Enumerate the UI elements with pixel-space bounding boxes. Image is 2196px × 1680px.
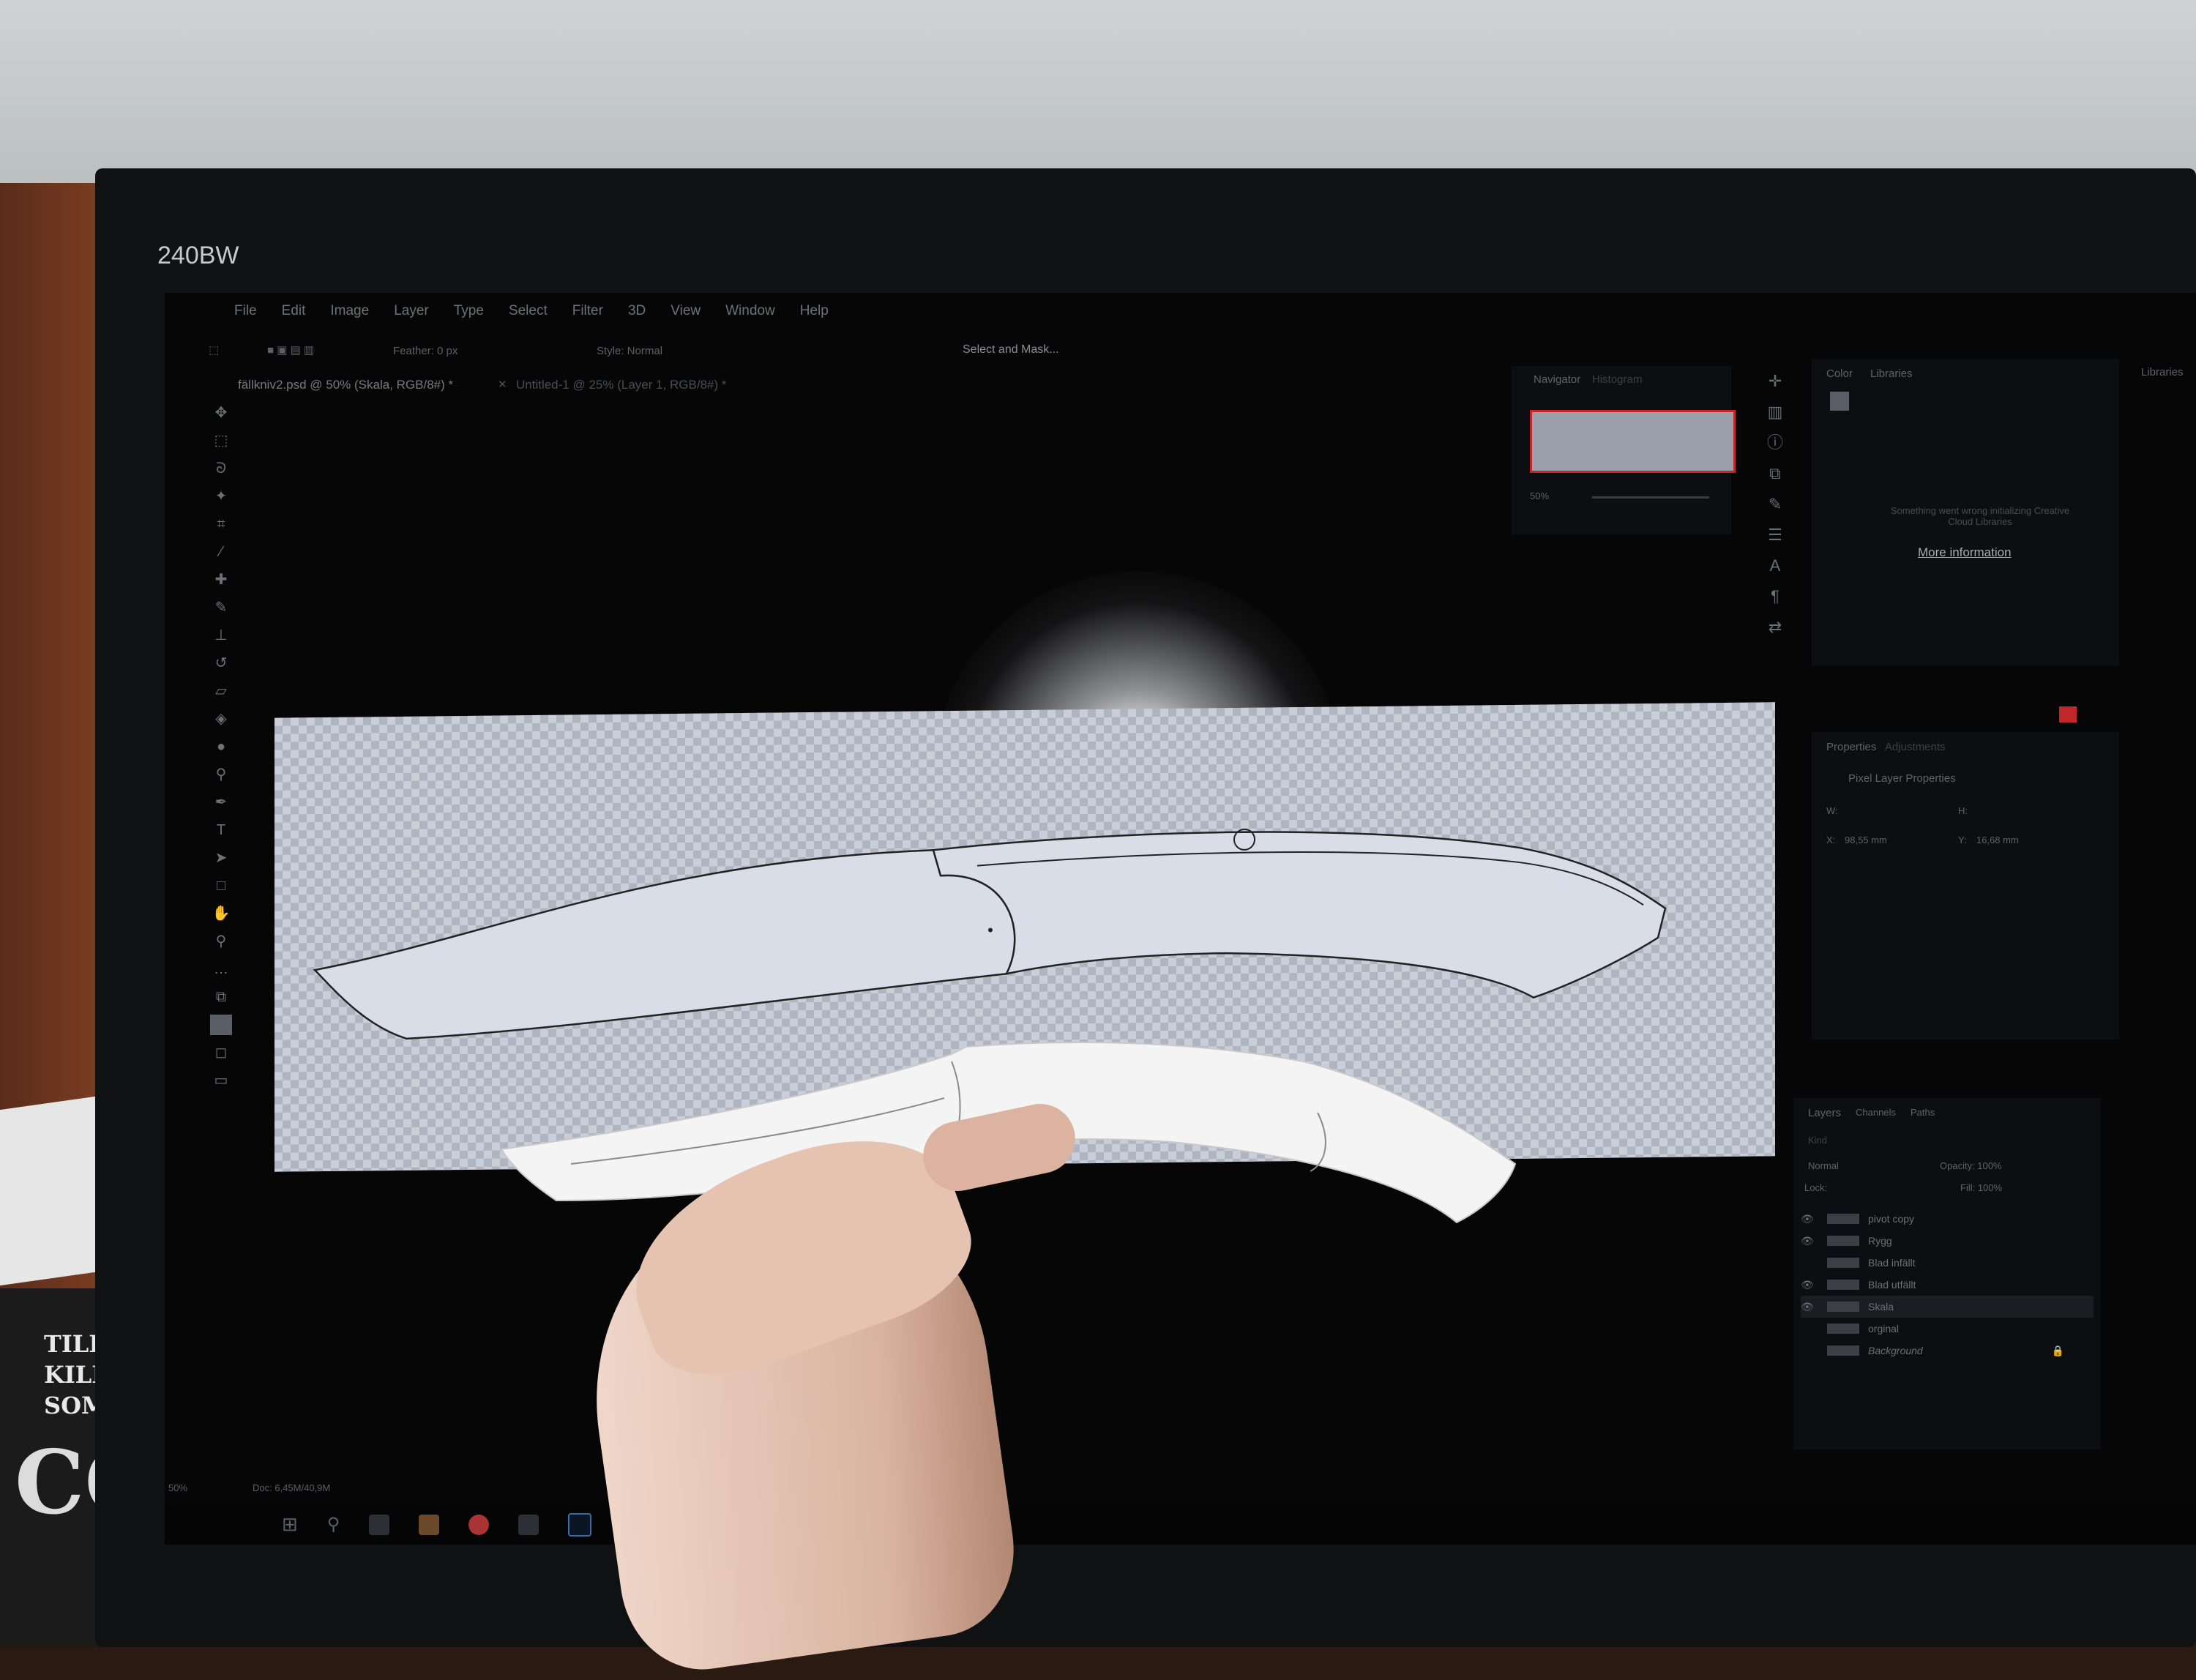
paper-knife-cutout: [500, 1042, 1517, 1224]
